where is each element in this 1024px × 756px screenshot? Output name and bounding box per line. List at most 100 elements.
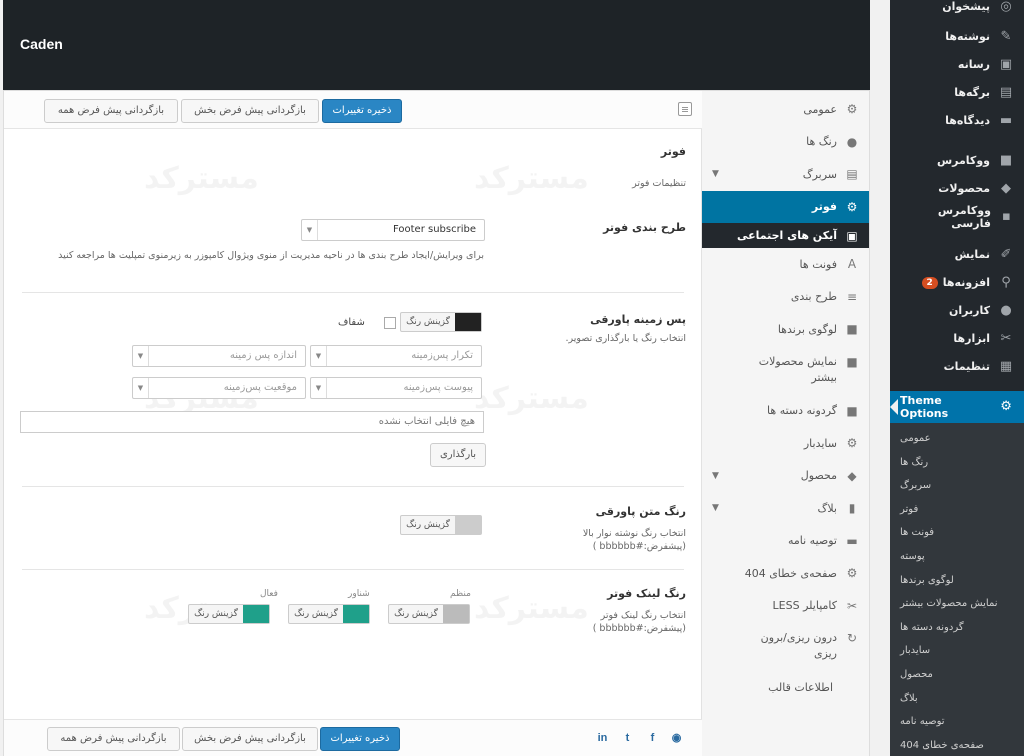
- link-regular-picker[interactable]: گزینش رنگ: [388, 604, 470, 624]
- submenu-item[interactable]: عمومی: [890, 427, 1024, 451]
- wp-menu-item[interactable]: ▤ برگه‌ها: [890, 78, 1024, 107]
- submenu-item[interactable]: پوسته: [890, 545, 1024, 569]
- transparent-checkbox[interactable]: [384, 317, 396, 329]
- options-nav-item[interactable]: اطلاعات قالب: [702, 671, 869, 704]
- wp-menu-item[interactable]: ✂ ابزارها: [890, 324, 1024, 353]
- link-hover-picker[interactable]: گزینش رنگ: [288, 604, 370, 624]
- wp-menu-item[interactable]: ▪ ووکامرس فارسی: [890, 202, 1024, 231]
- options-nav-item[interactable]: ≡ طرح بندی: [702, 281, 869, 314]
- reset-all-button[interactable]: بازگردانی پیش فرض همه: [44, 99, 178, 123]
- options-nav-item[interactable]: ↻ درون ریزی/برون ریزی: [702, 622, 869, 671]
- watermark: مسترکد: [144, 161, 259, 196]
- options-nav-label: نمایش محصولات بیشتر: [758, 354, 837, 384]
- upload-button[interactable]: بارگذاری: [430, 443, 486, 467]
- submenu-item[interactable]: فوتر: [890, 498, 1024, 522]
- save-button[interactable]: ذخیره تغییرات: [322, 99, 402, 123]
- options-nav-item[interactable]: A فونت ها: [702, 248, 869, 281]
- submenu-item[interactable]: سایدبار: [890, 639, 1024, 663]
- transparent-label: شفاف: [338, 317, 365, 328]
- products-icon: ◆: [1001, 180, 1011, 196]
- wp-menu-label: پیشخوان: [942, 0, 990, 13]
- gear-icon: ⚙: [846, 566, 858, 581]
- wp-menu-item[interactable]: ◆ محصولات: [890, 174, 1024, 203]
- footer-layout-select[interactable]: ▼ Footer subscribe: [301, 219, 485, 241]
- submenu-item[interactable]: لوگوی برندها: [890, 569, 1024, 593]
- reset-section-button[interactable]: بازگردانی پیش فرض بخش: [181, 99, 319, 123]
- chevron-down-icon[interactable]: ▼: [712, 503, 719, 513]
- options-nav-item[interactable]: ⚙ سایدبار: [702, 427, 869, 460]
- submenu-item[interactable]: بلاگ: [890, 687, 1024, 711]
- bg-repeat-select[interactable]: ▼ تکرار پس‌زمینه: [310, 345, 482, 367]
- twitter-icon[interactable]: t: [621, 732, 634, 745]
- users-icon: ●: [1000, 302, 1012, 318]
- options-nav-item[interactable]: ■ لوگوی برندها: [702, 313, 869, 346]
- footer-text-color-default: (پیشفرض:#bbbbbb ): [592, 541, 686, 552]
- submenu-item[interactable]: صفحه‌ی خطای 404: [890, 734, 1024, 756]
- tag-icon: ◆: [847, 468, 857, 483]
- wp-menu-item[interactable]: ◎ پیشخوان: [890, 0, 1024, 21]
- text-color-picker[interactable]: گزینش رنگ: [400, 515, 482, 535]
- options-nav-label: اطلاعات قالب: [768, 680, 833, 694]
- chevron-down-icon: ▼: [311, 378, 327, 398]
- submenu-item[interactable]: محصول: [890, 663, 1024, 687]
- gear-icon: ⚙: [846, 102, 858, 117]
- reset-all-button-bottom[interactable]: بازگردانی پیش فرض همه: [47, 727, 180, 751]
- facebook-icon[interactable]: f: [646, 732, 659, 745]
- settings-icon: ▦: [999, 358, 1013, 374]
- link-active-picker[interactable]: گزینش رنگ: [188, 604, 270, 624]
- save-button-bottom[interactable]: ذخیره تغییرات: [320, 727, 400, 751]
- options-nav-item[interactable]: ● رنگ ها: [702, 126, 869, 159]
- bg-repeat-placeholder: تکرار پس‌زمینه: [411, 350, 473, 361]
- link-regular-swatch: [443, 605, 469, 623]
- wp-menu-label: رسانه: [957, 58, 990, 71]
- options-nav-item[interactable]: ⚙ عمومی: [702, 93, 869, 126]
- expand-icon[interactable]: [678, 102, 692, 116]
- active-label: فعال: [260, 589, 278, 599]
- options-nav-item[interactable]: ⚙ صفحه‌ی خطای 404: [702, 557, 869, 590]
- wordpress-icon[interactable]: ◉: [670, 732, 683, 745]
- wp-menu-item[interactable]: ✎ نوشته‌ها: [890, 22, 1024, 51]
- wp-menu-item[interactable]: ■ ووکامرس: [890, 146, 1024, 175]
- theme-options-label: Theme Options: [900, 394, 949, 420]
- wp-menu-item[interactable]: ✐ نمایش: [890, 240, 1024, 269]
- section-title: فوتر: [660, 145, 686, 158]
- submenu-item[interactable]: نمایش محصولات بیشتر: [890, 592, 1024, 616]
- options-nav-item[interactable]: ▤ سربرگ ▼: [702, 158, 869, 191]
- submenu-item[interactable]: سربرگ: [890, 474, 1024, 498]
- bg-size-select[interactable]: ▼ اندازه پس زمینه: [132, 345, 306, 367]
- submenu-item[interactable]: گردونه دسته ها: [890, 616, 1024, 640]
- options-nav-item[interactable]: ✂ کامپایلر LESS: [702, 590, 869, 623]
- linkedin-icon[interactable]: in: [596, 732, 609, 745]
- submenu-item[interactable]: توصیه نامه: [890, 710, 1024, 734]
- chevron-down-icon[interactable]: ▼: [712, 169, 719, 179]
- appearance-icon: ✐: [1000, 246, 1012, 262]
- options-nav-item[interactable]: ◆ محصول ▼: [702, 460, 869, 493]
- options-nav-label: صفحه‌ی خطای 404: [744, 566, 837, 580]
- reset-section-button-bottom[interactable]: بازگردانی پیش فرض بخش: [182, 727, 318, 751]
- wp-menu-item[interactable]: ▣ رسانه: [890, 50, 1024, 79]
- options-nav-item[interactable]: ■ نمایش محصولات بیشتر: [702, 346, 869, 395]
- chevron-down-icon[interactable]: ▼: [712, 471, 719, 481]
- wp-menu-item[interactable]: ● کاربران: [890, 296, 1024, 325]
- wp-menu-item[interactable]: ▦ تنظیمات: [890, 352, 1024, 381]
- footer-link-color-default: (پیشفرض:#bbbbbb ): [592, 623, 686, 634]
- footer-text-color-title: رنگ متن پاورقی: [595, 505, 686, 518]
- options-nav-item[interactable]: ⚙ فوتر: [702, 190, 869, 223]
- bg-position-select[interactable]: ▼ موقعیت پس‌زمینه: [132, 377, 306, 399]
- options-nav-item[interactable]: ▣ آیکن های اجتماعی: [702, 223, 869, 248]
- wp-menu-item[interactable]: ▬ دیدگاه‌ها: [890, 106, 1024, 135]
- bg-media-input[interactable]: هیچ فایلی انتخاب نشده: [20, 411, 484, 433]
- bg-attachment-select[interactable]: ▼ پیوست پس‌زمینه: [310, 377, 482, 399]
- submenu-item[interactable]: رنگ ها: [890, 451, 1024, 475]
- chevron-down-icon: ▼: [133, 346, 149, 366]
- options-nav-item[interactable]: ▮ بلاگ ▼: [702, 492, 869, 525]
- wp-menu-item[interactable]: ⚲ افزونه‌ها 2: [890, 268, 1024, 297]
- footer-bg-desc: انتخاب رنگ یا بارگذاری تصویر.: [565, 333, 686, 344]
- wp-menu-theme-options[interactable]: Theme Options ⚙: [890, 391, 1024, 423]
- bg-color-picker[interactable]: گزینش رنگ: [400, 312, 482, 332]
- picker-label: گزینش رنگ: [394, 609, 438, 619]
- text-color-swatch: [455, 516, 481, 534]
- options-nav-item[interactable]: ■ گردونه دسته ها: [702, 395, 869, 428]
- options-nav-item[interactable]: ▬ توصیه نامه: [702, 525, 869, 558]
- submenu-item[interactable]: فونت ها: [890, 521, 1024, 545]
